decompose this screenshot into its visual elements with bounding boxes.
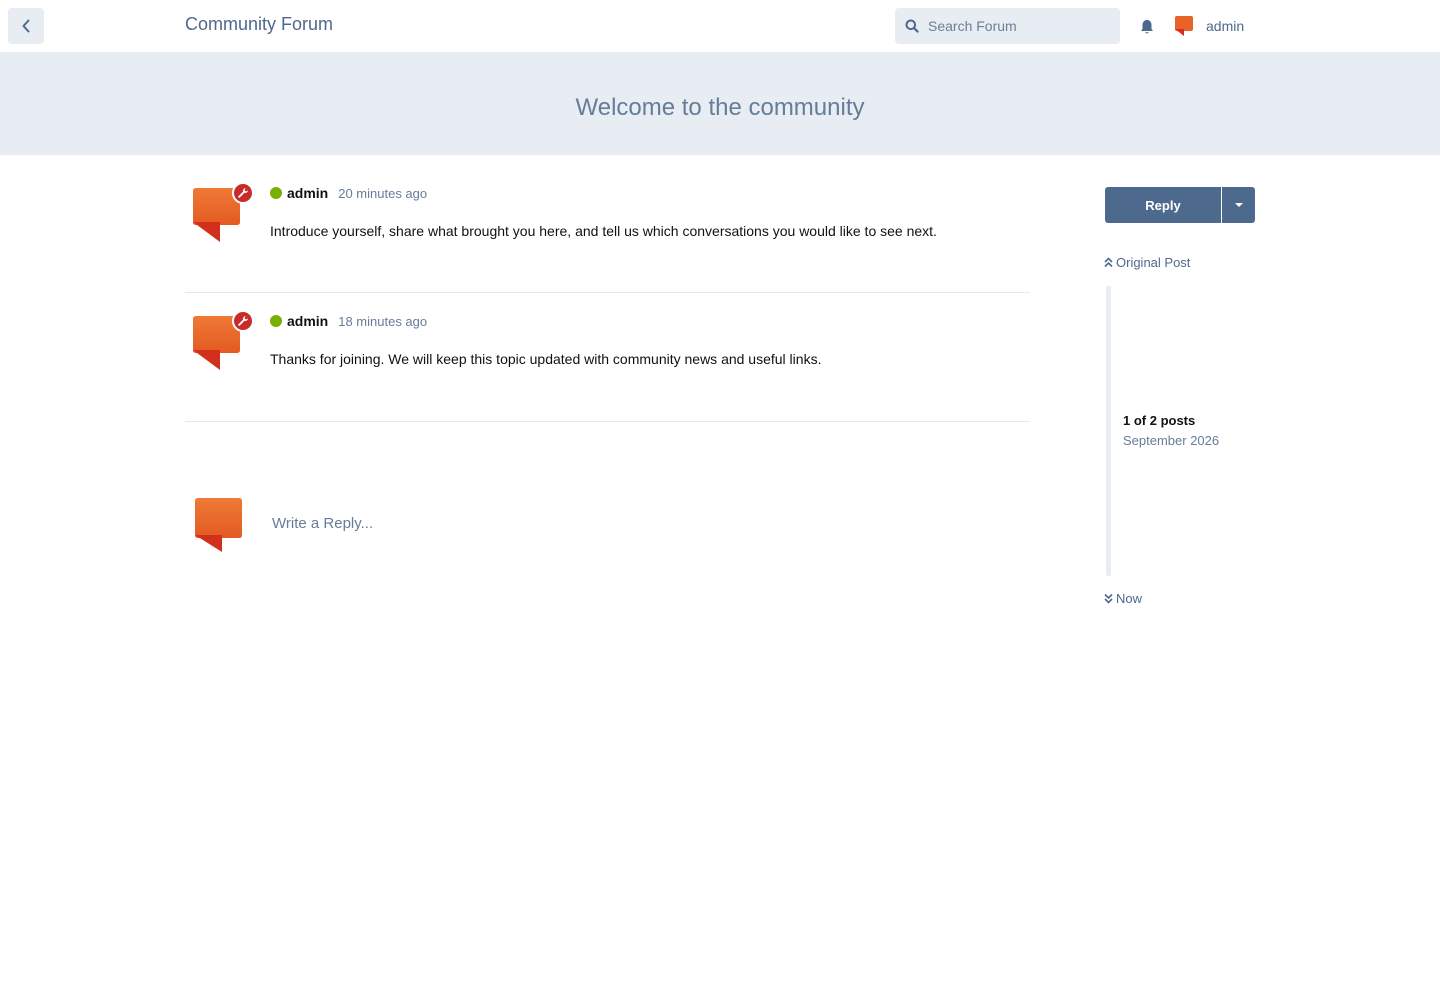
post-header: admin 18 minutes ago <box>270 313 427 329</box>
top-bar: Community Forum admin <box>0 0 1440 52</box>
scrubber-post-count: 1 of 2 posts <box>1123 413 1196 428</box>
wrench-icon <box>238 187 249 198</box>
composer-avatar <box>195 498 255 558</box>
back-button[interactable] <box>8 8 44 44</box>
caret-down-icon <box>1234 203 1243 207</box>
original-post-link[interactable]: Original Post <box>1104 255 1190 270</box>
reply-button[interactable]: Reply <box>1105 187 1221 223</box>
reply-button-group: Reply <box>1105 187 1255 223</box>
post-author[interactable]: admin <box>287 313 328 329</box>
forum-title[interactable]: Community Forum <box>185 14 333 35</box>
post-avatar[interactable] <box>193 182 254 242</box>
reply-dropdown-toggle[interactable] <box>1222 187 1255 223</box>
moderator-badge <box>232 182 254 204</box>
double-chevron-up-icon <box>1104 257 1113 268</box>
bell-icon[interactable] <box>1138 18 1156 36</box>
user-menu[interactable]: admin <box>1174 15 1244 37</box>
now-link[interactable]: Now <box>1104 591 1142 606</box>
post-avatar[interactable] <box>193 310 254 370</box>
topic-hero: Welcome to the community <box>0 52 1440 155</box>
topic-title: Welcome to the community <box>575 94 865 121</box>
reply-composer[interactable]: Write a Reply... <box>185 488 1030 558</box>
double-chevron-down-icon <box>1104 593 1113 604</box>
post: admin 20 minutes ago Introduce yourself,… <box>185 170 1030 293</box>
wrench-icon <box>238 315 249 326</box>
scrubber-handle[interactable] <box>1106 286 1111 431</box>
post-timestamp[interactable]: 20 minutes ago <box>338 186 427 201</box>
online-indicator <box>270 187 282 199</box>
reply-placeholder[interactable]: Write a Reply... <box>272 515 373 532</box>
post-body: Thanks for joining. We will keep this to… <box>270 351 822 367</box>
post-body: Introduce yourself, share what brought y… <box>270 223 937 239</box>
search-box[interactable] <box>895 8 1120 44</box>
post: admin 18 minutes ago Thanks for joining.… <box>185 298 1030 422</box>
post-header: admin 20 minutes ago <box>270 185 427 201</box>
post-author[interactable]: admin <box>287 185 328 201</box>
search-icon <box>905 19 919 33</box>
post-timestamp[interactable]: 18 minutes ago <box>338 314 427 329</box>
online-indicator <box>270 315 282 327</box>
search-input[interactable] <box>928 18 1108 34</box>
moderator-badge <box>232 310 254 332</box>
avatar <box>195 498 242 552</box>
now-label: Now <box>1116 591 1143 606</box>
avatar <box>1175 16 1193 36</box>
back-chevron-icon <box>22 19 30 33</box>
scrubber-date: September 2026 <box>1123 433 1220 448</box>
original-post-label: Original Post <box>1116 255 1191 270</box>
username: admin <box>1206 18 1245 34</box>
